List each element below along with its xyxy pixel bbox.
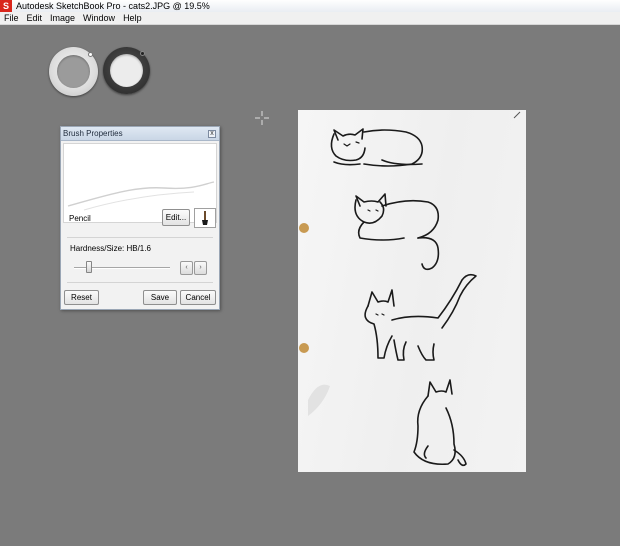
puck-indicator-icon [140,51,145,56]
close-icon[interactable]: x [208,129,216,138]
cat-sketch-standing [364,273,477,361]
binder-hole [299,343,309,353]
menu-window[interactable]: Window [79,12,119,25]
drawing-paper[interactable] [298,110,526,472]
brush-properties-panel: Brush Properties x Pencil Edit... Hardne… [60,126,220,310]
title-bar: S Autodesk SketchBook Pro - cats2.JPG @ … [0,0,620,12]
cat-sketches [299,111,521,467]
cat-sketch-crouching [354,193,440,271]
cat-sketch-sitting [413,379,467,467]
panel-divider [67,282,213,283]
decrease-size-button[interactable]: ‹ [180,261,193,275]
panel-header[interactable]: Brush Properties x [61,127,219,141]
increase-size-button[interactable]: › [194,261,207,275]
binder-hole [299,223,309,233]
cancel-button[interactable]: Cancel [180,290,216,305]
pencil-brush-glyph [202,211,208,225]
menu-file[interactable]: File [0,12,23,25]
primary-color-swatch [57,55,90,88]
panel-title: Brush Properties [63,129,123,138]
menu-help[interactable]: Help [119,12,146,25]
crosshair-icon [255,111,269,125]
cat-sketch-lying [330,128,424,167]
brush-name-label: Pencil [69,214,91,223]
menu-bar: File Edit Image Window Help [0,12,620,25]
reset-button[interactable]: Reset [64,290,99,305]
pencil-brush-icon[interactable] [194,208,216,228]
corner-mark [513,111,521,119]
menu-image[interactable]: Image [46,12,79,25]
panel-divider [67,237,213,238]
edit-brush-button[interactable]: Edit... [162,209,190,226]
puck-indicator-icon [88,52,93,57]
hardness-size-label: Hardness/Size: HB/1.6 [70,244,151,253]
save-button[interactable]: Save [143,290,177,305]
app-icon[interactable]: S [0,0,12,12]
hardness-slider-thumb[interactable] [86,261,92,273]
secondary-color-swatch [110,54,143,87]
primary-color-puck[interactable] [49,47,98,96]
paper-fold [308,384,330,416]
window-title: Autodesk SketchBook Pro - cats2.JPG @ 19… [16,1,210,11]
secondary-color-puck[interactable] [103,47,150,94]
menu-edit[interactable]: Edit [23,12,47,25]
